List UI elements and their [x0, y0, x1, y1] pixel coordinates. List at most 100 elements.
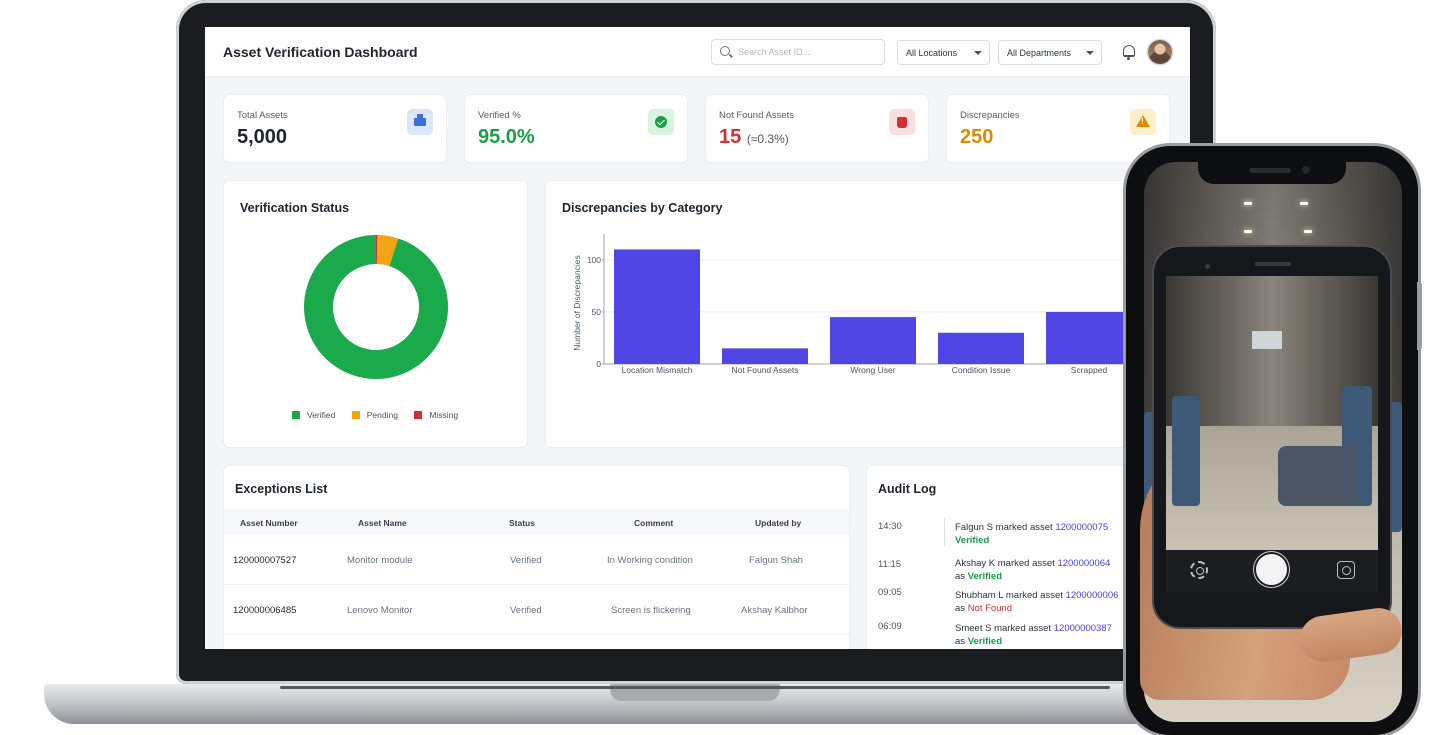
audit-time: 06:09 [878, 621, 902, 632]
kpi-value: 95.0% [478, 126, 535, 148]
audit-asset-link[interactable]: 1200000075 [1055, 522, 1108, 533]
cell-updated-by: Akshay Kalbhor [741, 605, 808, 616]
kpi-value: 250 [960, 126, 994, 148]
laptop-lip [280, 686, 1110, 689]
audit-as: as [955, 636, 966, 647]
check-circle-icon [655, 116, 667, 128]
phone-speaker [1249, 168, 1291, 173]
column-header[interactable]: Status [509, 518, 535, 528]
audit-as: as [955, 603, 966, 614]
kpi-icon-tile [407, 109, 433, 135]
kpi-label: Verified % [478, 110, 521, 121]
kpi-value-wrap: 15 (≈0.3%) [719, 126, 789, 149]
cell-updated-by: Falgun Shah [749, 555, 803, 566]
legend-swatch [351, 411, 360, 419]
audit-text: Falgun S marked asset 1200000075 Verified [955, 521, 1108, 547]
cell-asset-name: Lenovo Monitor [347, 605, 413, 616]
department-filter-label: All Departments [1007, 48, 1072, 58]
y-tick-label: 50 [592, 307, 602, 317]
machine [1172, 396, 1200, 506]
audit-divider [944, 518, 945, 546]
bar-location-mismatch[interactable] [614, 249, 700, 364]
column-header[interactable]: Updated by [755, 518, 801, 528]
panel-title: Exceptions List [235, 482, 328, 496]
kpi-value: 15 [719, 126, 742, 148]
x-tick-label: Wrong User [850, 365, 895, 375]
legend-label: Verified [307, 410, 336, 420]
ceiling-light [1244, 202, 1252, 205]
legend-item-missing[interactable]: Missing [414, 410, 458, 420]
inner-camera-preview [1166, 276, 1378, 550]
phone-front-camera [1302, 166, 1310, 174]
audit-actor: Falgun S marked asset [955, 522, 1053, 533]
audit-text: Smeet S marked asset 12000000387 as Verif… [955, 622, 1112, 648]
gallery-icon[interactable] [1337, 561, 1355, 579]
cell-comment: In Working condition [607, 555, 693, 566]
audit-actor: Akshay K marked asset [955, 558, 1055, 569]
donut-legend: Verified Pending Missing [292, 410, 472, 420]
table-row[interactable]: 120000007527 Monitor module Verified In … [224, 535, 849, 585]
kpi-verified-percent: Verified % 95.0% [464, 94, 688, 163]
ceiling-light [1244, 230, 1252, 233]
audit-asset-link[interactable]: 1200000064 [1057, 558, 1110, 569]
search-box[interactable] [711, 39, 885, 65]
kpi-discrepancies: Discrepancies 250 [946, 94, 1170, 163]
location-filter-label: All Locations [906, 48, 958, 58]
kpi-not-found: Not Found Assets 15 (≈0.3%) [705, 94, 929, 163]
audit-status: Verified [967, 636, 1003, 647]
x-tick-label: Not Found Assets [731, 365, 798, 375]
cell-status: Verified [510, 555, 542, 566]
department-filter[interactable]: All Departments [998, 40, 1102, 65]
legend-item-verified[interactable]: Verified [292, 410, 335, 420]
motor [1278, 446, 1358, 506]
gear-icon[interactable] [1190, 561, 1208, 579]
kpi-total-assets: Total Assets 5,000 [223, 94, 447, 163]
cell-asset-name: Monitor module [347, 555, 413, 566]
audit-text: Akshay K marked asset 1200000064 as Verif… [955, 557, 1110, 583]
ceiling-light [1300, 202, 1308, 205]
column-header[interactable]: Asset Name [358, 518, 407, 528]
avatar[interactable] [1148, 40, 1172, 64]
cell-status: Verified [510, 605, 542, 616]
bar-wrong-user[interactable] [830, 317, 916, 364]
inner-phone-camera [1205, 264, 1210, 269]
column-header[interactable]: Asset Number [240, 518, 298, 528]
building-icon [414, 114, 426, 126]
window [1252, 331, 1282, 349]
column-header[interactable]: Comment [634, 518, 673, 528]
verification-status-panel: Verification Status Verified Pending Mis… [223, 180, 528, 448]
audit-asset-link[interactable]: 1200000006 [1066, 590, 1119, 601]
kpi-label: Not Found Assets [719, 110, 794, 121]
shutter-button[interactable] [1256, 554, 1287, 585]
legend-swatch [292, 411, 300, 419]
audit-status: Verified [955, 535, 990, 546]
audit-time: 14:30 [878, 521, 902, 532]
legend-swatch [414, 411, 423, 419]
location-filter[interactable]: All Locations [897, 40, 990, 65]
chevron-down-icon [974, 51, 982, 55]
audit-status: Verified [967, 571, 1003, 582]
bar-scrapped[interactable] [1046, 311, 1132, 364]
inner-phone-speaker [1255, 262, 1291, 266]
bell-icon[interactable] [1123, 45, 1135, 60]
kpi-icon-tile [648, 109, 674, 135]
kpi-value: 5,000 [237, 126, 288, 148]
page-title: Asset Verification Dashboard [223, 44, 418, 60]
legend-item-pending[interactable]: Pending [351, 410, 398, 420]
kpi-subvalue: (≈0.3%) [746, 132, 789, 146]
kpi-icon-tile [1130, 109, 1156, 135]
audit-status: Not Found [967, 603, 1013, 614]
bar-condition-issue[interactable] [938, 332, 1024, 364]
dashboard-screen: Asset Verification Dashboard All Locatio… [205, 27, 1190, 649]
audit-asset-link[interactable]: 12000000387 [1054, 623, 1112, 634]
kpi-label: Discrepancies [960, 110, 1020, 121]
search-input[interactable] [738, 44, 878, 60]
x-tick-label: Condition Issue [952, 365, 1011, 375]
cell-asset-number: 120000006485 [233, 605, 297, 616]
bar-not-found-assets[interactable] [722, 348, 808, 364]
legend-label: Pending [366, 410, 398, 420]
audit-time: 11:15 [878, 559, 902, 570]
table-row[interactable]: 120000006485 Lenovo Monitor Verified Scr… [224, 585, 849, 635]
kpi-icon-tile [889, 109, 915, 135]
kpi-label: Total Assets [237, 110, 288, 121]
